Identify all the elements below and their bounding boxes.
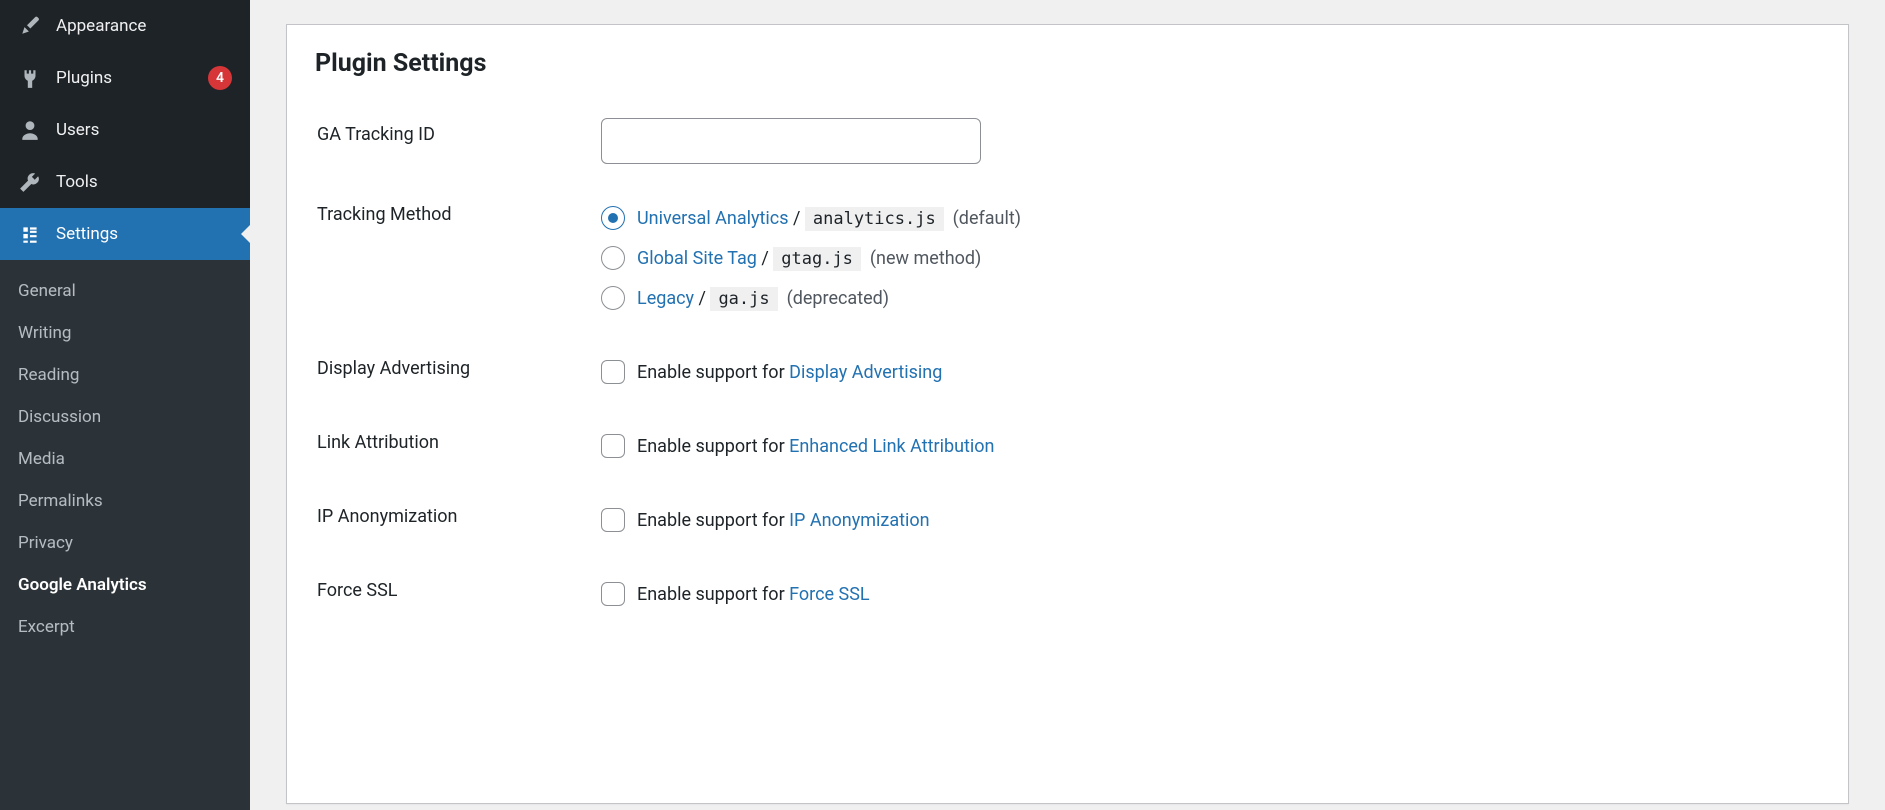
admin-sidebar: Appearance Plugins 4 Users Tools: [0, 0, 250, 810]
checkbox-prefix: Enable support for: [637, 584, 789, 605]
link-attribution-checkbox[interactable]: [601, 434, 625, 458]
field-label-link-attribution: Link Attribution: [289, 398, 599, 470]
ip-anonymization-option[interactable]: Enable support for IP Anonymization: [601, 500, 1818, 540]
plugins-update-badge: 4: [208, 66, 232, 90]
sidebar-item-label: Users: [56, 120, 232, 140]
display-advertising-checkbox[interactable]: [601, 360, 625, 384]
sidebar-item-label: Tools: [56, 172, 232, 192]
sidebar-item-plugins[interactable]: Plugins 4: [0, 52, 250, 104]
force-ssl-checkbox[interactable]: [601, 582, 625, 606]
field-label-force-ssl: Force SSL: [289, 546, 599, 618]
sidebar-item-appearance[interactable]: Appearance: [0, 0, 250, 52]
checkbox-prefix: Enable support for: [637, 362, 789, 383]
tracking-method-radio-gtag[interactable]: [601, 246, 625, 270]
display-advertising-option[interactable]: Enable support for Display Advertising: [601, 352, 1818, 392]
sidebar-item-tools[interactable]: Tools: [0, 156, 250, 208]
field-label-ip-anonymization: IP Anonymization: [289, 472, 599, 544]
submenu-item-privacy[interactable]: Privacy: [0, 522, 250, 564]
main-content: Plugin Settings GA Tracking ID Tracking …: [250, 0, 1885, 810]
sidebar-item-users[interactable]: Users: [0, 104, 250, 156]
field-label-display-advertising: Display Advertising: [289, 324, 599, 396]
plugin-settings-panel: Plugin Settings GA Tracking ID Tracking …: [286, 24, 1849, 804]
ga-tracking-id-input[interactable]: [601, 118, 981, 164]
tracking-method-link[interactable]: Legacy: [637, 288, 694, 309]
sidebar-item-settings[interactable]: Settings: [0, 208, 250, 260]
tracking-method-code: gtag.js: [773, 247, 861, 271]
settings-submenu: General Writing Reading Discussion Media…: [0, 260, 250, 810]
sidebar-item-label: Plugins: [56, 68, 190, 88]
submenu-item-discussion[interactable]: Discussion: [0, 396, 250, 438]
force-ssl-link[interactable]: Force SSL: [789, 584, 869, 605]
settings-icon: [18, 222, 42, 246]
tracking-method-link[interactable]: Universal Analytics: [637, 208, 789, 229]
plugins-icon: [18, 66, 42, 90]
tracking-method-link[interactable]: Global Site Tag: [637, 248, 757, 269]
tracking-method-note: (default): [953, 208, 1021, 229]
display-advertising-link[interactable]: Display Advertising: [789, 362, 942, 383]
checkbox-prefix: Enable support for: [637, 436, 789, 457]
panel-heading: Plugin Settings: [287, 49, 1848, 88]
force-ssl-option[interactable]: Enable support for Force SSL: [601, 574, 1818, 614]
field-label-tracking-method: Tracking Method: [289, 170, 599, 322]
submenu-item-reading[interactable]: Reading: [0, 354, 250, 396]
submenu-item-writing[interactable]: Writing: [0, 312, 250, 354]
sidebar-main-menu: Appearance Plugins 4 Users Tools: [0, 0, 250, 260]
tools-icon: [18, 170, 42, 194]
tracking-method-code: analytics.js: [805, 207, 944, 231]
tracking-method-radio-universal[interactable]: [601, 206, 625, 230]
tracking-method-option-legacy[interactable]: Legacy / ga.js (deprecated): [601, 278, 1818, 318]
ip-anonymization-link[interactable]: IP Anonymization: [789, 510, 929, 531]
settings-form: GA Tracking ID Tracking Method Universal…: [287, 88, 1848, 620]
submenu-item-general[interactable]: General: [0, 270, 250, 312]
submenu-item-permalinks[interactable]: Permalinks: [0, 480, 250, 522]
sidebar-item-label: Settings: [56, 224, 232, 244]
submenu-item-media[interactable]: Media: [0, 438, 250, 480]
users-icon: [18, 118, 42, 142]
sidebar-item-label: Appearance: [56, 16, 232, 36]
tracking-method-note: (new method): [870, 248, 981, 269]
tracking-method-note: (deprecated): [787, 288, 890, 309]
tracking-method-option-gtag[interactable]: Global Site Tag / gtag.js (new method): [601, 238, 1818, 278]
tracking-method-option-universal[interactable]: Universal Analytics / analytics.js (defa…: [601, 198, 1818, 238]
link-attribution-link[interactable]: Enhanced Link Attribution: [789, 436, 994, 457]
appearance-icon: [18, 14, 42, 38]
tracking-method-radio-legacy[interactable]: [601, 286, 625, 310]
submenu-item-google-analytics[interactable]: Google Analytics: [0, 564, 250, 606]
checkbox-prefix: Enable support for: [637, 510, 789, 531]
submenu-item-excerpt[interactable]: Excerpt: [0, 606, 250, 648]
link-attribution-option[interactable]: Enable support for Enhanced Link Attribu…: [601, 426, 1818, 466]
tracking-method-code: ga.js: [710, 287, 777, 311]
ip-anonymization-checkbox[interactable]: [601, 508, 625, 532]
field-label-ga-id: GA Tracking ID: [289, 90, 599, 168]
